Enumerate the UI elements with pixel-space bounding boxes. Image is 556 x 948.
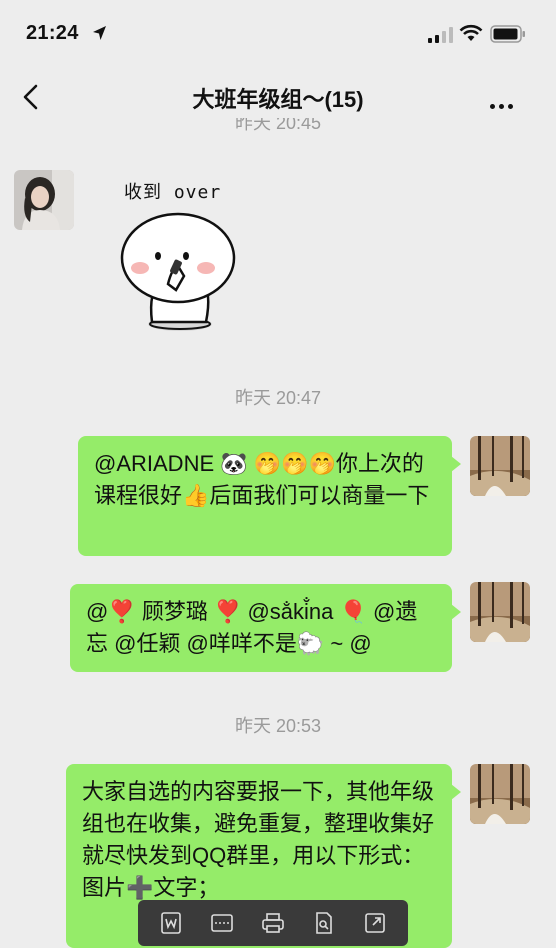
message-text: @❣️ 顾梦璐 ❣️ @sa̐ki̐na 🎈 @遗忘 @任颖 @咩咩不是🐑 ~ … — [86, 599, 418, 656]
battery-icon — [490, 25, 525, 43]
sticker-caption: 收到 over — [124, 182, 222, 203]
timestamp: 昨天 20:45 — [234, 118, 322, 133]
word-icon[interactable] — [158, 910, 184, 936]
location-arrow-icon — [93, 26, 106, 40]
floating-toolbar — [138, 900, 408, 946]
scan-icon[interactable] — [209, 910, 235, 936]
my-avatar[interactable] — [470, 582, 530, 642]
sender-avatar[interactable] — [14, 170, 74, 230]
chat-bubble[interactable]: @❣️ 顾梦璐 ❣️ @sa̐ki̐na 🎈 @遗忘 @任颖 @咩咩不是🐑 ~ … — [70, 584, 461, 672]
print-icon[interactable] — [260, 910, 286, 936]
search-doc-icon[interactable] — [311, 910, 337, 936]
timestamp: 昨天 20:53 — [234, 716, 322, 736]
external-icon[interactable] — [362, 910, 388, 936]
sticker-message[interactable]: 收到 over — [110, 172, 250, 338]
signal-icon — [428, 27, 453, 43]
status-time: 21:24 — [26, 22, 79, 44]
timestamp: 昨天 20:47 — [234, 388, 322, 408]
message-text: 大家自选的内容要报一下，其他年级组也在收集，避免重复，整理收集好就尽快发到QQ群… — [82, 779, 435, 900]
status-bar: 21:24 — [0, 0, 556, 66]
my-avatar[interactable] — [470, 436, 530, 496]
wifi-icon — [459, 24, 483, 41]
chat-bubble[interactable]: @ARIADNE 🐼 🤭🤭🤭你上次的课程很好👍后面我们可以商量一下 — [78, 436, 461, 556]
my-avatar[interactable] — [470, 764, 530, 824]
message-text: @ARIADNE 🐼 🤭🤭🤭你上次的课程很好👍后面我们可以商量一下 — [94, 451, 430, 508]
more-icon[interactable] — [490, 96, 517, 114]
chat-title: 大班年级组～(15) — [192, 87, 364, 112]
